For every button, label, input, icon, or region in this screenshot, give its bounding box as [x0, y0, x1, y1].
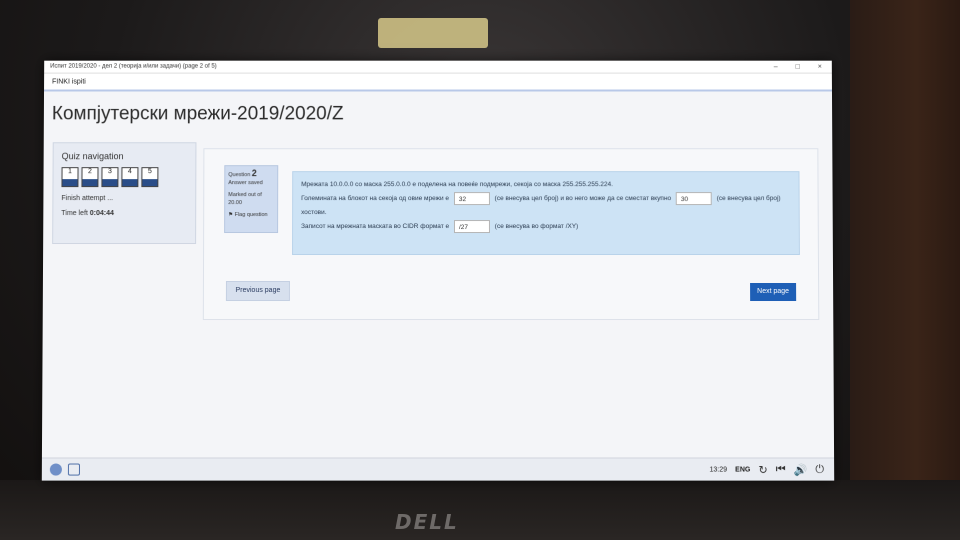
background-wall — [850, 0, 960, 540]
window-title: Испит 2019/2020 - дел 2 (теорија и/или з… — [50, 63, 217, 70]
block-size-input[interactable]: 32 — [453, 192, 490, 206]
clock: 13:29 — [709, 466, 728, 474]
question-button-2[interactable]: 2 — [81, 167, 99, 188]
question-button-4[interactable]: 4 — [121, 167, 139, 188]
power-icon[interactable]: ⏻ — [815, 463, 824, 476]
question-label: Question — [228, 172, 251, 179]
previous-page-button[interactable]: Previous page — [225, 281, 290, 302]
question-button-3[interactable]: 3 — [101, 167, 119, 188]
app-bar: FINKI ispiti — [44, 73, 832, 92]
taskbar: 13:29 ENG ↻ ⏮ 🔊 ⏻ — [41, 457, 835, 481]
finish-attempt-link[interactable]: Finish attempt ... — [53, 189, 195, 202]
question-info: Question 2 Answer saved Marked out of 20… — [224, 165, 279, 234]
start-menu-icon[interactable] — [49, 463, 62, 476]
question-status: Answer saved — [228, 180, 263, 187]
laptop-brand-logo: DELL — [395, 510, 459, 534]
refresh-icon[interactable] — [67, 463, 80, 476]
time-left: Time left 0:04:44 — [53, 202, 195, 225]
quiz-navigation-title: Quiz navigation — [61, 151, 124, 162]
cidr-input[interactable]: /27 — [453, 220, 490, 234]
question-button-5[interactable]: 5 — [141, 167, 159, 188]
quiz-navigation-panel: Quiz navigation 1 2 3 4 5 Finish attempt… — [52, 142, 197, 245]
question-buttons: 1 2 3 4 5 — [53, 165, 195, 189]
minimize-button[interactable]: – — [774, 63, 778, 70]
question-panel: Question 2 Answer saved Marked out of 20… — [202, 148, 820, 321]
volume-icon[interactable]: 🔊 — [794, 463, 808, 476]
flag-icon: ⚑ — [228, 212, 234, 219]
back-icon[interactable]: ⏮ — [776, 463, 786, 476]
question-text-2a: Големината на блокот на секоја од овие м… — [301, 195, 450, 203]
time-left-value: 0:04:44 — [89, 210, 114, 218]
maximize-button[interactable]: □ — [796, 63, 800, 70]
close-button[interactable]: × — [818, 63, 822, 70]
question-line-2: Големината на блокот на секоја од овие м… — [301, 192, 791, 220]
taskbar-left — [42, 463, 80, 476]
reload-icon[interactable]: ↻ — [758, 463, 767, 476]
laptop-screen: Испит 2019/2020 - дел 2 (теорија и/или з… — [41, 60, 835, 481]
question-content: Мрежата 10.0.0.0 со маска 255.0.0.0 е по… — [292, 171, 800, 256]
flag-question-label: Flag question — [234, 212, 268, 219]
page-title: Компјутерски мрежи-2019/2020/Z — [51, 103, 344, 125]
question-text-1: Мрежата 10.0.0.0 со маска 255.0.0.0 е по… — [301, 181, 613, 189]
window-titlebar: Испит 2019/2020 - дел 2 (теорија и/или з… — [44, 60, 832, 74]
question-button-1[interactable]: 1 — [61, 167, 79, 188]
language-indicator[interactable]: ENG — [735, 466, 750, 473]
flag-question[interactable]: ⚑ Flag question — [228, 211, 274, 219]
question-text-3a: Записот на мрежната маската во CIDR форм… — [301, 223, 450, 231]
question-number: 2 — [251, 168, 257, 179]
app-name[interactable]: FINKI ispiti — [52, 78, 86, 85]
window-controls: – □ × — [774, 63, 832, 70]
laptop-base — [0, 480, 960, 540]
hosts-input[interactable]: 30 — [675, 192, 712, 206]
system-tray: 13:29 ENG ↻ ⏮ 🔊 ⏻ — [710, 463, 835, 476]
question-marks: Marked out of 20.00 — [228, 192, 262, 207]
question-text-3b: (се внесува во формат /XY) — [494, 223, 579, 231]
time-left-label: Time left — [61, 210, 88, 218]
question-text-2b: (се внесува цел број) и во него може да … — [494, 195, 672, 203]
webcam-sticker — [378, 18, 488, 48]
next-page-button[interactable]: Next page — [750, 283, 797, 302]
question-line-3: Записот на мрежната маската во CIDR форм… — [301, 220, 791, 234]
